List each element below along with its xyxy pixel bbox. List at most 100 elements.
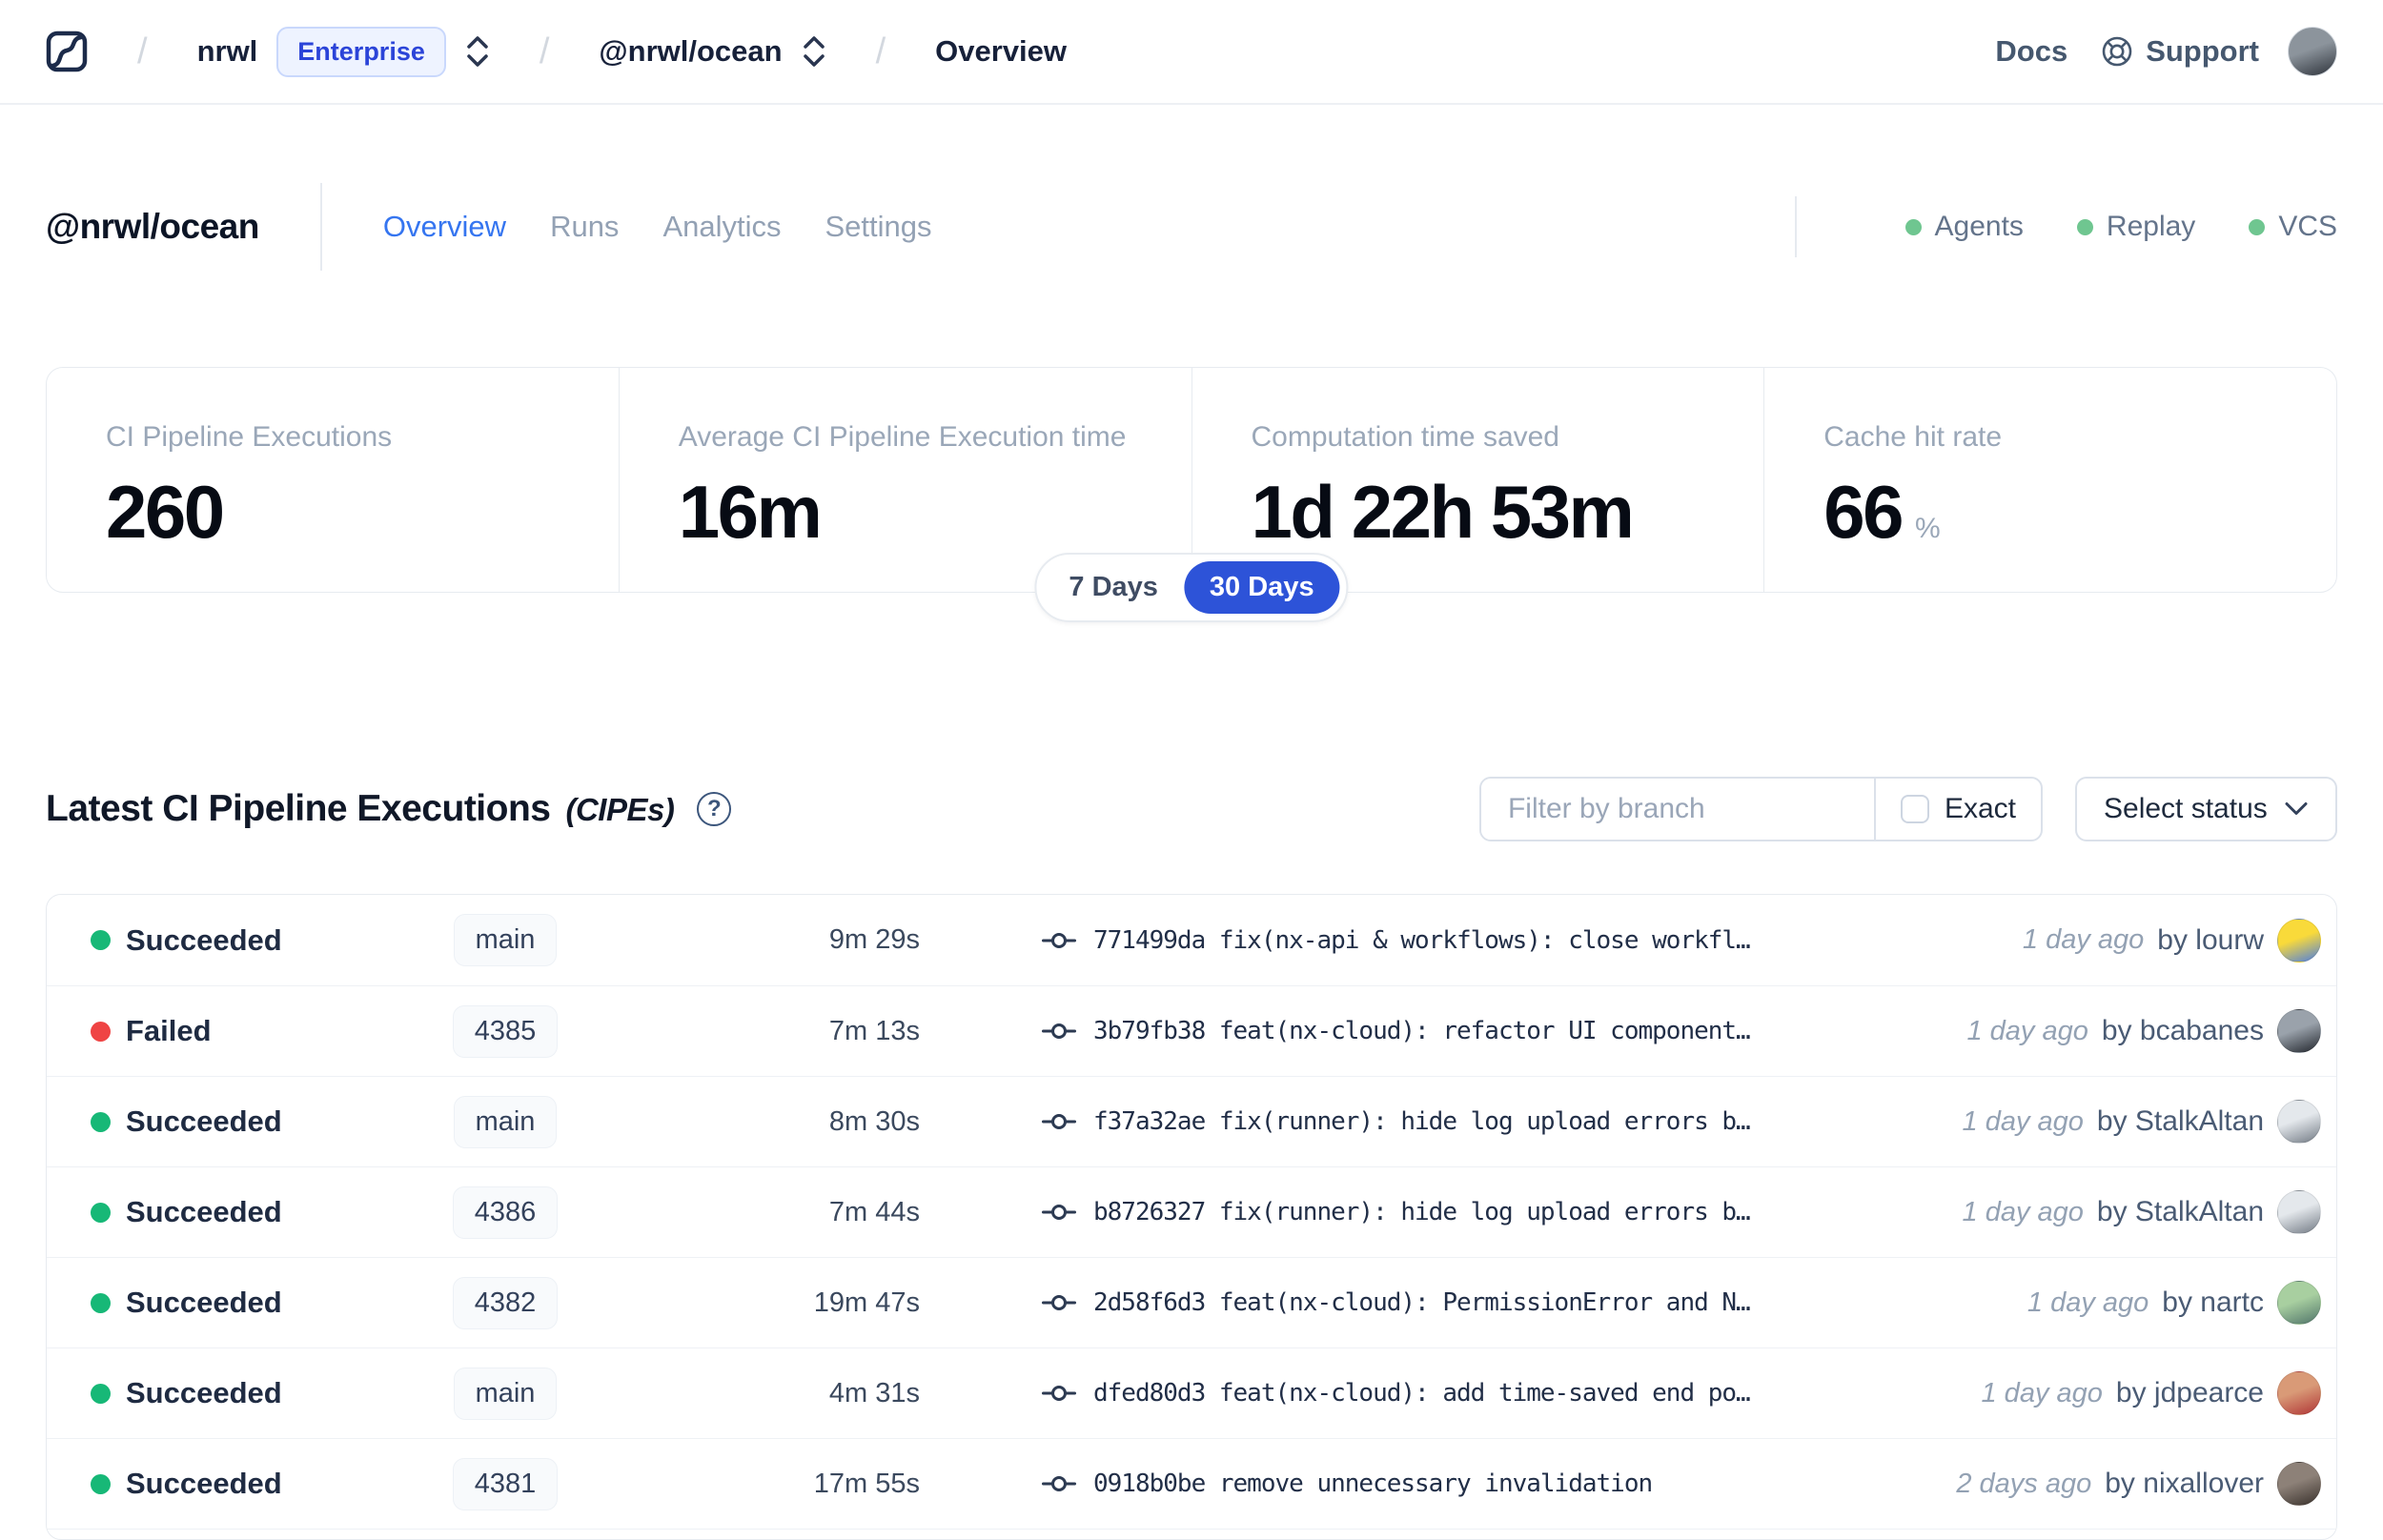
indicator-agents[interactable]: Agents <box>1904 211 2024 243</box>
tab-runs[interactable]: Runs <box>550 210 619 244</box>
meta-cell: 1 day ago by jdpearce <box>1982 1371 2337 1415</box>
status-dot-icon <box>91 1021 111 1042</box>
top-navbar: / nrwl Enterprise / @nrwl/ocean / Overvi… <box>0 0 2383 105</box>
branch-badge: 4382 <box>452 1276 559 1329</box>
table-row[interactable]: Succeeded main 4m 31s dfed80d3 feat(nx-c… <box>47 1348 2336 1438</box>
exact-checkbox[interactable] <box>1900 795 1929 823</box>
duration-cell: 8m 30s <box>828 1105 920 1137</box>
git-commit-icon <box>1042 1286 1076 1320</box>
breadcrumb-page[interactable]: Overview <box>935 34 1067 69</box>
period-option-7-days[interactable]: 7 Days <box>1043 561 1184 614</box>
commit-message: 2d58f6d3 feat(nx-cloud): PermissionError… <box>1093 1288 1750 1317</box>
stat-value: 1d 22h 53m <box>1251 470 1635 554</box>
period-option-30-days[interactable]: 30 Days <box>1183 561 1340 614</box>
stat-label: CI Pipeline Executions <box>106 421 393 453</box>
table-row[interactable]: Succeeded main 9m 29s 771499da fix(nx-ap… <box>47 895 2336 985</box>
git-commit-icon <box>1042 923 1076 958</box>
duration-cell: 7m 13s <box>828 1015 920 1046</box>
user-avatar[interactable] <box>2288 27 2337 76</box>
stats-section: CI Pipeline Executions 260 Average CI Pi… <box>46 367 2337 622</box>
table-row-partial <box>47 1529 2336 1538</box>
lifebuoy-icon <box>2100 34 2134 69</box>
cipes-filters: Exact Select status <box>1478 777 2337 841</box>
cipes-header: Latest CI Pipeline Executions (CIPEs) ? … <box>46 777 2337 841</box>
author: by nartc <box>2162 1287 2264 1318</box>
indicator-label: Replay <box>2106 211 2196 242</box>
status-dot-icon <box>91 1473 111 1494</box>
status-select-label: Select status <box>2104 793 2268 824</box>
status-dot-icon <box>91 1111 111 1132</box>
enterprise-badge[interactable]: Enterprise <box>276 26 446 77</box>
branch-cell: main <box>396 1367 615 1420</box>
table-row[interactable]: Succeeded 4381 17m 55s 0918b0be remove u… <box>47 1438 2336 1529</box>
time-ago: 1 day ago <box>2022 924 2145 955</box>
tab-analytics[interactable]: Analytics <box>662 210 781 244</box>
commit-message: 771499da fix(nx-api & workflows): close … <box>1093 925 1750 955</box>
author: by bcabanes <box>2101 1015 2264 1046</box>
support-link[interactable]: Support <box>2100 34 2259 69</box>
avatar <box>2277 1009 2321 1053</box>
breadcrumb-workspace[interactable]: @nrwl/ocean <box>599 34 782 69</box>
period-toggle: 7 Days 30 Days <box>1034 553 1349 622</box>
branch-badge: main <box>453 1095 558 1148</box>
duration-cell: 9m 29s <box>828 924 920 955</box>
page-body: @nrwl/ocean Overview Runs Analytics Sett… <box>0 179 2383 1540</box>
stat-label: Computation time saved <box>1251 421 1560 453</box>
status-label: Succeeded <box>126 1286 282 1319</box>
status-cell: Succeeded <box>91 1286 396 1320</box>
exact-toggle[interactable]: Exact <box>1873 779 2041 840</box>
time-ago: 1 day ago <box>1962 1105 2084 1137</box>
status-select-dropdown[interactable]: Select status <box>2075 777 2337 841</box>
green-dot-icon <box>1904 218 1922 235</box>
branch-filter-group: Exact <box>1478 777 2043 841</box>
workspace-chevron-up-down-icon[interactable] <box>802 34 826 69</box>
time-ago: 1 day ago <box>1966 1015 2088 1046</box>
git-commit-icon <box>1042 1195 1076 1229</box>
cipes-title-suffix: (CIPEs) <box>565 792 675 827</box>
table-row[interactable]: Succeeded 4382 19m 47s 2d58f6d3 feat(nx-… <box>47 1257 2336 1348</box>
nx-cloud-logo-icon[interactable] <box>46 30 88 72</box>
status-cell: Succeeded <box>91 1195 396 1229</box>
git-commit-icon <box>1042 1104 1076 1139</box>
commit-cell: f37a32ae fix(runner): hide log upload er… <box>1042 1104 1963 1139</box>
tab-settings[interactable]: Settings <box>825 210 931 244</box>
status-cell: Succeeded <box>91 1104 396 1139</box>
status-label: Succeeded <box>126 1104 282 1138</box>
meta-cell: 2 days ago by nixallover <box>1956 1462 2336 1506</box>
commit-message: 0918b0be remove unnecessary invalidation <box>1093 1469 1653 1498</box>
stat-suffix: % <box>1915 513 1941 544</box>
branch-filter-input[interactable] <box>1480 779 1874 840</box>
tab-overview[interactable]: Overview <box>383 210 506 244</box>
time-ago: 1 day ago <box>2027 1287 2149 1318</box>
git-commit-icon <box>1042 1467 1076 1501</box>
status-label: Succeeded <box>126 1195 282 1228</box>
question-mark-icon[interactable]: ? <box>697 792 732 826</box>
breadcrumb-org[interactable]: nrwl <box>197 34 258 69</box>
commit-cell: 2d58f6d3 feat(nx-cloud): PermissionError… <box>1042 1286 2027 1320</box>
time-ago: 2 days ago <box>1956 1468 2092 1499</box>
docs-link[interactable]: Docs <box>1995 34 2067 69</box>
status-indicators: Agents Replay VCS <box>1794 196 2337 257</box>
indicators-divider <box>1794 196 1797 257</box>
duration-cell: 19m 47s <box>813 1287 920 1318</box>
indicator-replay[interactable]: Replay <box>2076 211 2196 243</box>
breadcrumb: / nrwl Enterprise / @nrwl/ocean / Overvi… <box>88 26 1067 77</box>
commit-message: 3b79fb38 feat(nx-cloud): refactor UI com… <box>1093 1017 1750 1045</box>
table-row[interactable]: Failed 4385 7m 13s 3b79fb38 feat(nx-clou… <box>47 985 2336 1076</box>
status-dot-icon <box>91 930 111 950</box>
status-dot-icon <box>91 1202 111 1223</box>
avatar <box>2277 1281 2321 1325</box>
stat-label: Cache hit rate <box>1823 421 2003 453</box>
chevron-down-icon <box>2284 801 2309 817</box>
table-row[interactable]: Succeeded main 8m 30s f37a32ae fix(runne… <box>47 1076 2336 1166</box>
stat-label: Average CI Pipeline Execution time <box>678 421 1127 453</box>
indicator-vcs[interactable]: VCS <box>2249 211 2337 243</box>
workspace-tabs: Overview Runs Analytics Settings <box>383 210 932 244</box>
meta-cell: 1 day ago by bcabanes <box>1966 1009 2336 1053</box>
author: by lourw <box>2157 923 2264 956</box>
commit-message: f37a32ae fix(runner): hide log upload er… <box>1093 1107 1750 1136</box>
org-chevron-up-down-icon[interactable] <box>465 34 490 69</box>
table-row[interactable]: Succeeded 4386 7m 44s b8726327 fix(runne… <box>47 1166 2336 1257</box>
stat-ci-pipeline-executions: CI Pipeline Executions 260 <box>47 368 619 592</box>
breadcrumb-separator: / <box>539 30 550 71</box>
